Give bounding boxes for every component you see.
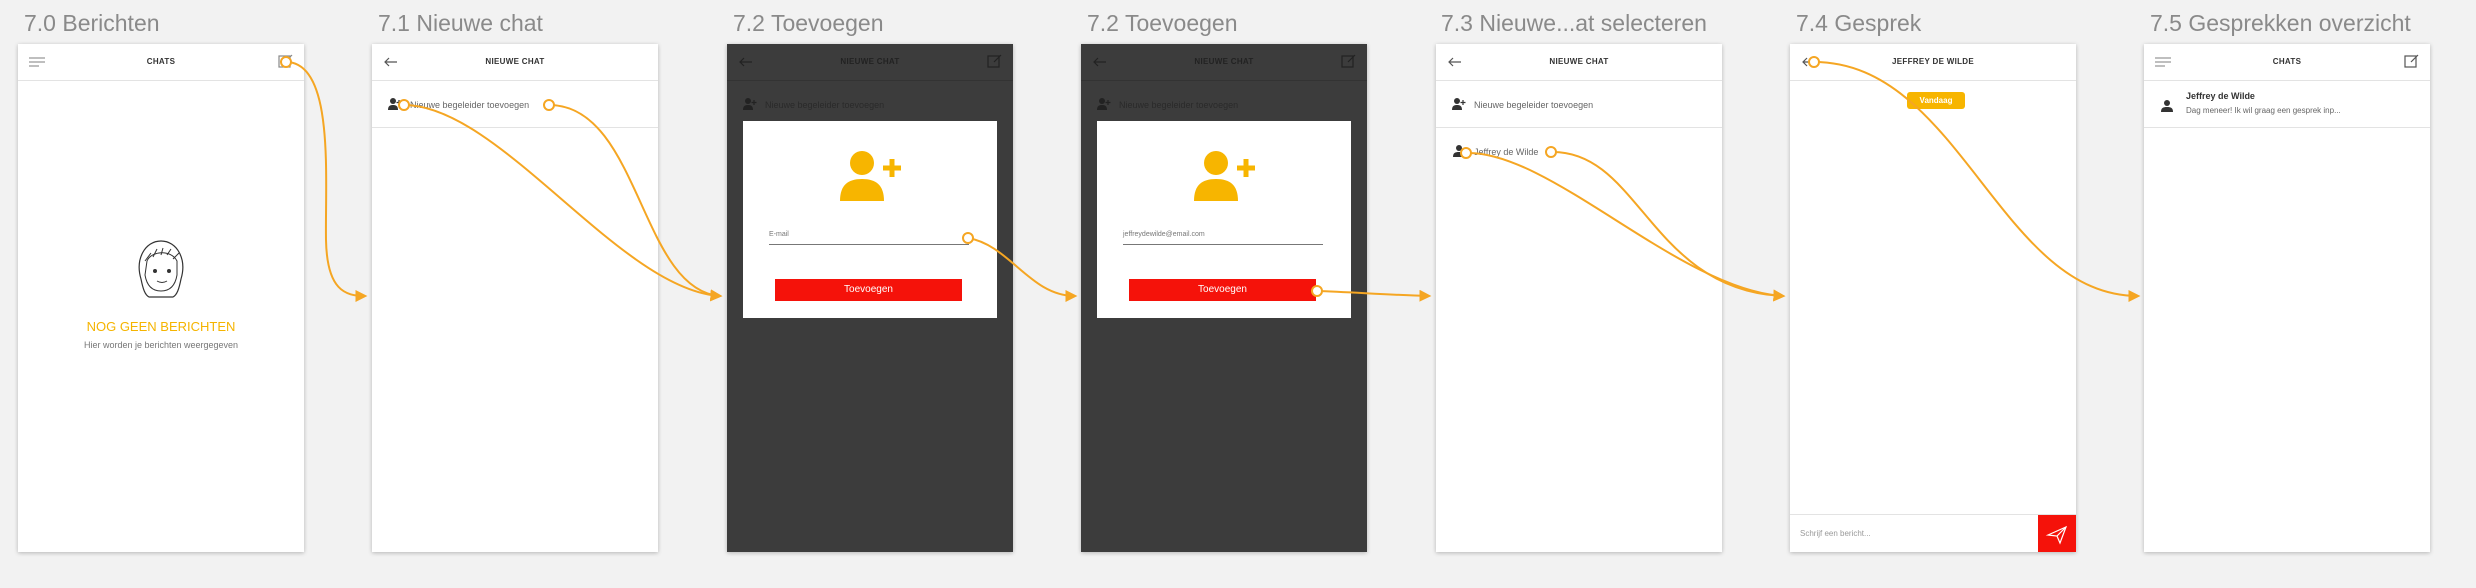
add-person-icon xyxy=(1452,98,1466,110)
screen-overzicht: CHATS Jeffrey de Wilde Dag meneer! Ik wi… xyxy=(2144,44,2430,552)
header: NIEUWE CHAT xyxy=(372,44,658,81)
header-title: CHATS xyxy=(146,57,176,66)
compose-icon[interactable] xyxy=(2404,53,2420,69)
contact-row[interactable]: Jeffrey de Wilde xyxy=(1436,128,1722,174)
girl-avatar-illustration xyxy=(138,240,184,298)
header-title: NIEUWE CHAT xyxy=(1194,57,1254,66)
empty-state-title: NOG GEEN BERICHTEN xyxy=(86,319,236,334)
add-person-icon xyxy=(743,98,757,110)
add-counselor-modal: E-mail Toevoegen xyxy=(743,121,997,318)
add-counselor-label: Nieuwe begeleider toevoegen xyxy=(765,100,885,110)
screen-toevoegen: NIEUWE CHAT Nieuwe begeleider toevoegen … xyxy=(727,44,1013,552)
add-counselor-modal: jeffreydewilde@email.com Toevoegen xyxy=(1097,121,1351,318)
person-icon xyxy=(1453,145,1465,157)
header-title: NIEUWE CHAT xyxy=(840,57,900,66)
screen-nieuwe-chat: NIEUWE CHAT Nieuwe begeleider toevoegen xyxy=(372,44,658,552)
screen-label-nieuwe-chat: 7.1 Nieuwe chat xyxy=(378,10,543,36)
header: NIEUWE CHAT xyxy=(727,44,1013,81)
chat-list-item[interactable]: Jeffrey de Wilde Dag meneer! Ik wil graa… xyxy=(2144,81,2430,128)
chat-preview: Dag meneer! Ik wil graag een gesprek inp… xyxy=(2186,106,2341,115)
person-icon xyxy=(2161,100,2173,112)
header: CHATS xyxy=(18,44,304,81)
send-button[interactable] xyxy=(2038,515,2076,552)
date-badge: Vandaag xyxy=(1907,92,1965,109)
header: NIEUWE CHAT xyxy=(1081,44,1367,81)
screen-label-selecteren: 7.3 Nieuwe...at selecteren xyxy=(1441,10,1707,36)
contact-name: Jeffrey de Wilde xyxy=(1474,147,1539,157)
header-title: NIEUWE CHAT xyxy=(1549,57,1609,66)
message-input[interactable]: Schrijf een bericht... xyxy=(1800,529,1871,538)
screen-label-overzicht: 7.5 Gesprekken overzicht xyxy=(2150,10,2411,36)
screen-label-toevoegen-filled: 7.2 Toevoegen xyxy=(1087,10,1238,36)
message-composer: Schrijf een bericht... xyxy=(1790,514,2076,552)
header-title: CHATS xyxy=(2272,57,2302,66)
header-title: NIEUWE CHAT xyxy=(485,57,545,66)
email-field[interactable]: jeffreydewilde@email.com xyxy=(1123,231,1323,245)
header: CHATS xyxy=(2144,44,2430,81)
screen-gesprek: JEFFREY DE WILDE Vandaag Schrijf een ber… xyxy=(1790,44,2076,552)
header: JEFFREY DE WILDE xyxy=(1790,44,2076,81)
header: NIEUWE CHAT xyxy=(1436,44,1722,81)
add-counselor-row[interactable]: Nieuwe begeleider toevoegen xyxy=(1436,81,1722,128)
screen-label-gesprek: 7.4 Gesprek xyxy=(1796,10,1922,36)
screen-label-toevoegen: 7.2 Toevoegen xyxy=(733,10,884,36)
add-person-icon xyxy=(1097,98,1111,110)
add-user-large-icon xyxy=(840,151,901,201)
header-title: JEFFREY DE WILDE xyxy=(1892,57,1974,66)
compose-icon[interactable] xyxy=(278,53,294,69)
screen-toevoegen-filled: NIEUWE CHAT Nieuwe begeleider toevoegen … xyxy=(1081,44,1367,552)
screen-selecteren: NIEUWE CHAT Nieuwe begeleider toevoegen … xyxy=(1436,44,1722,552)
send-icon xyxy=(2045,525,2068,545)
compose-icon[interactable] xyxy=(1341,53,1357,69)
add-counselor-label: Nieuwe begeleider toevoegen xyxy=(410,100,530,110)
add-person-icon xyxy=(388,98,402,110)
chat-name: Jeffrey de Wilde xyxy=(2186,91,2255,101)
empty-state-subtitle: Hier worden je berichten weergegeven xyxy=(83,340,239,350)
add-counselor-row[interactable]: Nieuwe begeleider toevoegen xyxy=(372,81,658,128)
compose-icon[interactable] xyxy=(987,53,1003,69)
screen-berichten: CHATS NOG GEEN BERICHTEN Hier worden je … xyxy=(18,44,304,552)
add-button[interactable]: Toevoegen xyxy=(775,279,962,301)
add-button[interactable]: Toevoegen xyxy=(1129,279,1316,301)
email-field[interactable]: E-mail xyxy=(769,231,969,245)
screen-label-berichten: 7.0 Berichten xyxy=(24,10,160,36)
add-user-large-icon xyxy=(1194,151,1255,201)
add-counselor-label: Nieuwe begeleider toevoegen xyxy=(1119,100,1239,110)
add-counselor-label: Nieuwe begeleider toevoegen xyxy=(1474,100,1594,110)
